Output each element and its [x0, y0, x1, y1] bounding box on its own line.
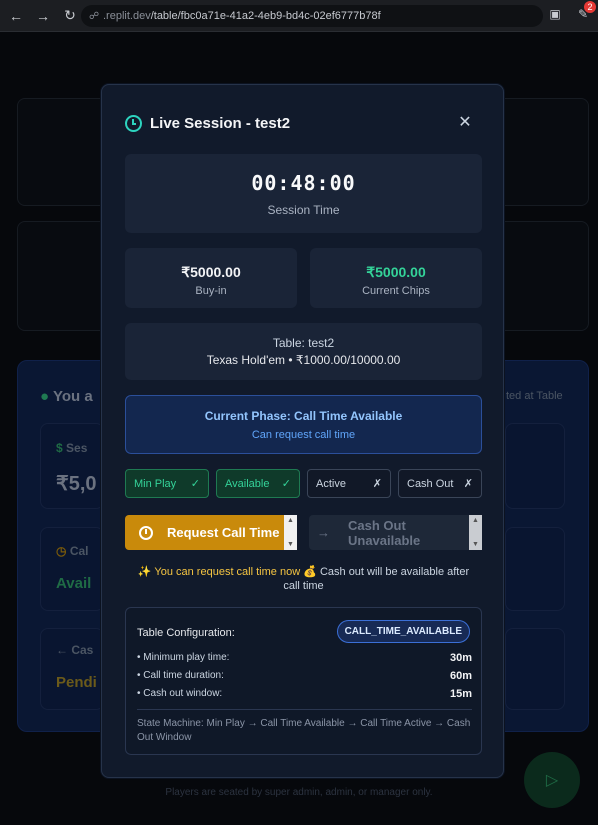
- address-bar[interactable]: ☍ .replit.dev /table/fbc0a71e-41a2-4eb9-…: [81, 5, 543, 27]
- stepper-up-icon[interactable]: ▲: [287, 517, 294, 524]
- clock-icon: [139, 525, 153, 540]
- url-path: /table/fbc0a71e-41a2-4eb9-bd4c-02ef6777b…: [150, 10, 381, 22]
- extensions-icon[interactable]: ✎ 2: [574, 1, 596, 23]
- url-domain: .replit.dev: [103, 10, 151, 22]
- background-you-label: ● You a: [40, 388, 93, 405]
- buy-in-label: Buy-in: [195, 285, 227, 297]
- session-timer-value: 00:48:00: [251, 171, 356, 195]
- table-name: Table: test2: [272, 336, 335, 350]
- check-icon: ✓: [281, 478, 291, 490]
- config-row: • Call time duration: 60m: [137, 670, 472, 682]
- table-info-card: Table: test2 Texas Hold'em • ₹1000.00/10…: [125, 323, 482, 380]
- background-footer-note: Players are seated by super admin, admin…: [165, 787, 433, 798]
- action-hint: ✨ You can request call time now 💰 Cash o…: [130, 565, 477, 593]
- stepper-down-icon[interactable]: ▼: [287, 541, 294, 548]
- background-amount: ₹5,0: [56, 473, 97, 495]
- config-row-value: 30m: [449, 652, 472, 664]
- cross-icon: ✗: [372, 478, 382, 490]
- config-row-value: 15m: [449, 688, 472, 700]
- background-session-label: $ Ses: [56, 441, 88, 455]
- config-row-label: • Minimum play time:: [137, 652, 230, 663]
- background-session-card: [40, 423, 104, 509]
- share-screen-icon[interactable]: ▣: [546, 5, 564, 23]
- current-chips-value: ₹5000.00: [366, 264, 426, 280]
- close-icon[interactable]: ✕: [457, 115, 473, 131]
- stepper-up-icon[interactable]: ▲: [472, 517, 479, 524]
- buy-in-card: ₹5000.00 Buy-in: [125, 248, 297, 308]
- background-seated-text: ted at Table: [506, 390, 563, 402]
- reload-icon[interactable]: ↻: [59, 5, 81, 27]
- config-row: • Cash out window: 15m: [137, 688, 472, 700]
- buy-in-value: ₹5000.00: [181, 264, 241, 280]
- state-machine-text: State Machine: Min Play → Call Time Avai…: [137, 718, 471, 743]
- chip-label: Active: [316, 477, 346, 490]
- background-call-label: ◷ Cal: [56, 544, 89, 558]
- config-title: Table Configuration:: [137, 627, 235, 639]
- current-chips-label: Current Chips: [362, 285, 430, 297]
- back-arrow-icon[interactable]: ←: [5, 5, 27, 27]
- hint-rest: 💰 Cash out will be available after call …: [283, 566, 470, 592]
- chip-label: Min Play: [134, 477, 177, 490]
- cash-out-label: Cash Out Unavailable: [348, 517, 421, 548]
- config-row-label: • Call time duration:: [137, 670, 224, 681]
- background-card-right: [505, 527, 565, 611]
- request-call-stepper[interactable]: ▲ ▼: [284, 515, 297, 550]
- dialog-title: Live Session - test2: [150, 115, 291, 132]
- background-pending-label: Pendi: [56, 674, 97, 691]
- hint-highlight: ✨ You can request call time now: [137, 566, 301, 578]
- clock-icon: [125, 115, 142, 132]
- phase-chip-active: Active ✗: [307, 469, 391, 498]
- phase-subtitle: Can request call time: [251, 429, 356, 441]
- background-card-right: [505, 423, 565, 509]
- table-game-stakes: Texas Hold'em • ₹1000.00/10000.00: [206, 353, 401, 367]
- stepper-down-icon[interactable]: ▼: [472, 541, 479, 548]
- state-badge: CALL_TIME_AVAILABLE: [336, 620, 470, 643]
- dialog-header: Live Session - test2: [125, 115, 290, 132]
- background-call-card: [40, 527, 104, 611]
- play-icon[interactable]: ▷: [524, 752, 580, 808]
- session-timer-label: Session Time: [267, 203, 340, 217]
- background-cash-card: [40, 628, 104, 710]
- site-info-icon[interactable]: ☍: [89, 11, 99, 22]
- check-icon: ✓: [190, 478, 200, 490]
- live-session-dialog: Live Session - test2 ✕ 00:48:00 Session …: [101, 84, 504, 778]
- cash-out-button[interactable]: → Cash Out Unavailable: [309, 515, 470, 550]
- session-timer-card: 00:48:00 Session Time: [125, 154, 482, 233]
- notification-badge: 2: [584, 1, 596, 13]
- table-configuration-panel: Table Configuration: CALL_TIME_AVAILABLE…: [125, 607, 482, 755]
- request-call-time-label: Request Call Time: [167, 525, 280, 540]
- phase-title: Current Phase: Call Time Available: [204, 409, 403, 423]
- current-phase-banner: Current Phase: Call Time Available Can r…: [125, 395, 482, 454]
- phase-chip-cash-out: Cash Out ✗: [398, 469, 482, 498]
- request-call-time-button[interactable]: Request Call Time: [125, 515, 297, 550]
- cross-icon: ✗: [463, 478, 473, 490]
- config-row-label: • Cash out window:: [137, 688, 223, 699]
- config-row: • Minimum play time: 30m: [137, 652, 472, 664]
- arrow-right-icon: →: [317, 525, 330, 540]
- background-card-right: [505, 628, 565, 710]
- config-divider: [137, 709, 472, 710]
- cash-out-stepper[interactable]: ▲ ▼: [469, 515, 482, 550]
- phase-chip-min-play: Min Play ✓: [125, 469, 209, 498]
- background-avail-label: Avail: [56, 575, 92, 592]
- browser-toolbar: ← → ↻ ☍ .replit.dev /table/fbc0a71e-41a2…: [0, 0, 598, 32]
- chip-label: Available: [225, 477, 270, 490]
- background-cash-label: ← Cas: [56, 643, 94, 657]
- phase-chip-available: Available ✓: [216, 469, 300, 498]
- config-row-value: 60m: [449, 670, 472, 682]
- forward-arrow-icon[interactable]: →: [32, 5, 54, 27]
- current-chips-card: ₹5000.00 Current Chips: [310, 248, 482, 308]
- chip-label: Cash Out: [407, 477, 454, 490]
